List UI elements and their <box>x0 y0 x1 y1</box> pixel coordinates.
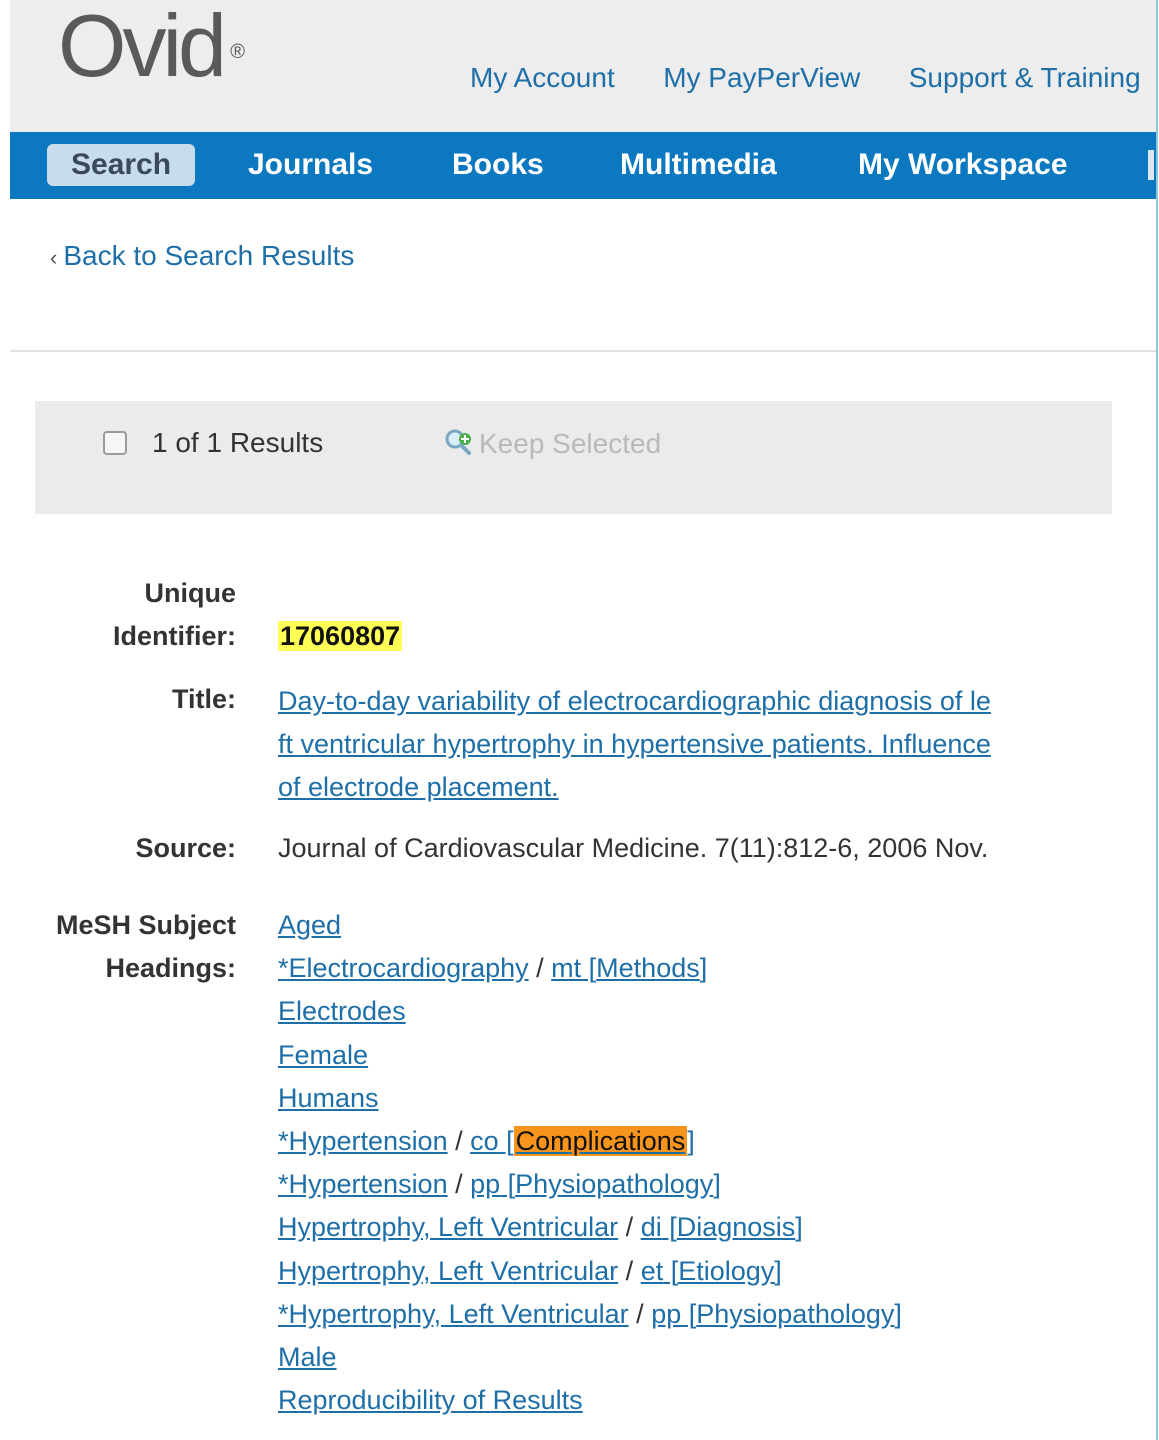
title-label: Title: <box>171 684 236 714</box>
results-count: 1 of 1 Results <box>152 427 324 458</box>
mesh-term-link[interactable]: Female <box>278 1040 368 1070</box>
mesh-subheading-link[interactable]: di [Diagnosis] <box>641 1212 803 1242</box>
results-toolbar: 1 of 1 Results Keep Selected <box>35 401 1112 514</box>
mesh-heading-row: Hypertrophy, Left Ventricular / di [Diag… <box>278 1212 803 1243</box>
uid-label-line2: Identifier: <box>112 621 236 651</box>
mesh-term-link[interactable]: *Hypertrophy, Left Ventricular <box>278 1299 629 1329</box>
mesh-term-link[interactable]: Hypertrophy, Left Ventricular <box>278 1256 618 1286</box>
mesh-subheading-code: mt <box>551 953 582 984</box>
mesh-separator: / <box>447 1169 471 1200</box>
mesh-subheading-name: Etiology <box>678 1255 775 1286</box>
mesh-subheading-link[interactable]: mt [Methods] <box>551 953 707 983</box>
title-link-line2[interactable]: ft ventricular hypertrophy in hypertensi… <box>278 729 991 759</box>
mesh-term-link[interactable]: *Electrocardiography <box>278 953 529 983</box>
nav-multimedia[interactable]: Multimedia <box>620 144 777 186</box>
mesh-subheading-code: pp <box>651 1298 682 1329</box>
mesh-term-link[interactable]: Reproducibility of Results <box>278 1385 583 1415</box>
mesh-subheading-code: pp <box>470 1169 501 1200</box>
mesh-subheading-code: di <box>640 1212 662 1243</box>
mesh-subheading-link[interactable]: pp [Physiopathology] <box>470 1169 721 1199</box>
mesh-term-link[interactable]: Male <box>278 1342 337 1372</box>
mesh-separator: / <box>618 1212 641 1243</box>
top-header: Ovid ® My Account My PayPerView Support &… <box>10 0 1156 132</box>
mesh-heading-row: Female <box>278 1040 368 1071</box>
mesh-heading-row: Male <box>278 1342 337 1373</box>
nav-journals[interactable]: Journals <box>248 144 373 186</box>
registered-mark: ® <box>230 41 245 63</box>
keep-selected-label: Keep Selected <box>479 428 662 459</box>
mesh-label-line2: Headings: <box>105 953 236 983</box>
nav-my-workspace[interactable]: My Workspace <box>858 144 1068 186</box>
mesh-subheading-code: co <box>470 1126 499 1156</box>
my-payperview-link[interactable]: My PayPerView <box>663 62 860 93</box>
nav-books[interactable]: Books <box>452 144 544 186</box>
back-to-results-link[interactable]: ‹ Back to Search Results <box>50 240 354 272</box>
mesh-subheading-name-highlight: Complications <box>513 1126 688 1156</box>
mesh-separator: / <box>618 1255 641 1286</box>
main-nav: Search Journals Books Multimedia My Work… <box>10 132 1156 199</box>
nav-overflow-item[interactable] <box>1148 150 1154 180</box>
title-link-line3[interactable]: of electrode placement. <box>278 772 559 802</box>
unique-identifier-highlight: 17060807 <box>278 621 403 651</box>
uid-label-line1: Unique <box>144 578 237 608</box>
ovid-logo[interactable]: Ovid ® <box>58 2 245 90</box>
mesh-heading-row: *Hypertension / pp [Physiopathology] <box>278 1169 721 1200</box>
mesh-term-link[interactable]: Humans <box>278 1083 379 1113</box>
select-all-checkbox[interactable] <box>103 431 127 455</box>
magnifier-plus-icon <box>445 429 471 455</box>
mesh-separator: / <box>628 1298 652 1329</box>
unique-identifier-value: 17060807 <box>278 621 403 652</box>
chevron-left-icon: ‹ <box>50 245 58 270</box>
mesh-heading-row: Humans <box>278 1083 379 1114</box>
support-training-link[interactable]: Support & Training <box>909 62 1141 93</box>
page-frame: Ovid ® My Account My PayPerView Support &… <box>10 0 1158 1440</box>
mesh-subheading-link[interactable]: et [Etiology] <box>641 1256 782 1286</box>
mesh-term-link[interactable]: Hypertrophy, Left Ventricular <box>278 1212 618 1242</box>
mesh-heading-row: *Hypertrophy, Left Ventricular / pp [Phy… <box>278 1299 902 1330</box>
my-account-link[interactable]: My Account <box>470 62 615 93</box>
mesh-label-line1: MeSH Subject <box>55 910 236 940</box>
logo-text: Ovid <box>58 0 227 95</box>
mesh-heading-row: Aged <box>278 910 341 941</box>
mesh-subheading-link[interactable]: pp [Physiopathology] <box>651 1299 902 1329</box>
mesh-subheading-name: Physiopathology <box>696 1298 895 1329</box>
source-value: Journal of Cardiovascular Medicine. 7(11… <box>278 833 989 863</box>
mesh-separator: / <box>447 1126 471 1156</box>
back-link-label: Back to Search Results <box>63 240 355 271</box>
mesh-heading-row: Electrodes <box>278 996 406 1027</box>
divider <box>10 350 1156 352</box>
mesh-heading-row: *Hypertension / co [Complications] <box>278 1126 695 1157</box>
title-link-line1[interactable]: Day-to-day variability of electrocardiog… <box>278 686 991 716</box>
keep-selected-button[interactable]: Keep Selected <box>443 427 661 460</box>
mesh-heading-row: Reproducibility of Results <box>278 1385 583 1416</box>
mesh-subheading-name: Diagnosis <box>676 1212 796 1243</box>
mesh-subheading-name: Physiopathology <box>515 1169 714 1200</box>
source-label: Source: <box>135 833 236 863</box>
nav-search[interactable]: Search <box>47 144 196 186</box>
mesh-term-link[interactable]: Aged <box>278 910 341 940</box>
mesh-separator: / <box>528 953 552 984</box>
mesh-heading-row: *Electrocardiography / mt [Methods] <box>278 953 707 984</box>
title-value: Day-to-day variability of electrocardiog… <box>278 680 1068 809</box>
utility-links: My Account My PayPerView Support & Train… <box>470 62 1156 94</box>
mesh-heading-row: Hypertrophy, Left Ventricular / et [Etio… <box>278 1256 782 1287</box>
mesh-subheading-name: Methods <box>596 953 700 984</box>
mesh-term-link[interactable]: *Hypertension <box>278 1169 448 1199</box>
mesh-subheading-link[interactable]: co [Complications] <box>470 1126 695 1156</box>
mesh-term-link[interactable]: Electrodes <box>278 996 406 1026</box>
mesh-term-link[interactable]: *Hypertension <box>278 1126 448 1156</box>
mesh-subheading-code: et <box>640 1255 664 1286</box>
